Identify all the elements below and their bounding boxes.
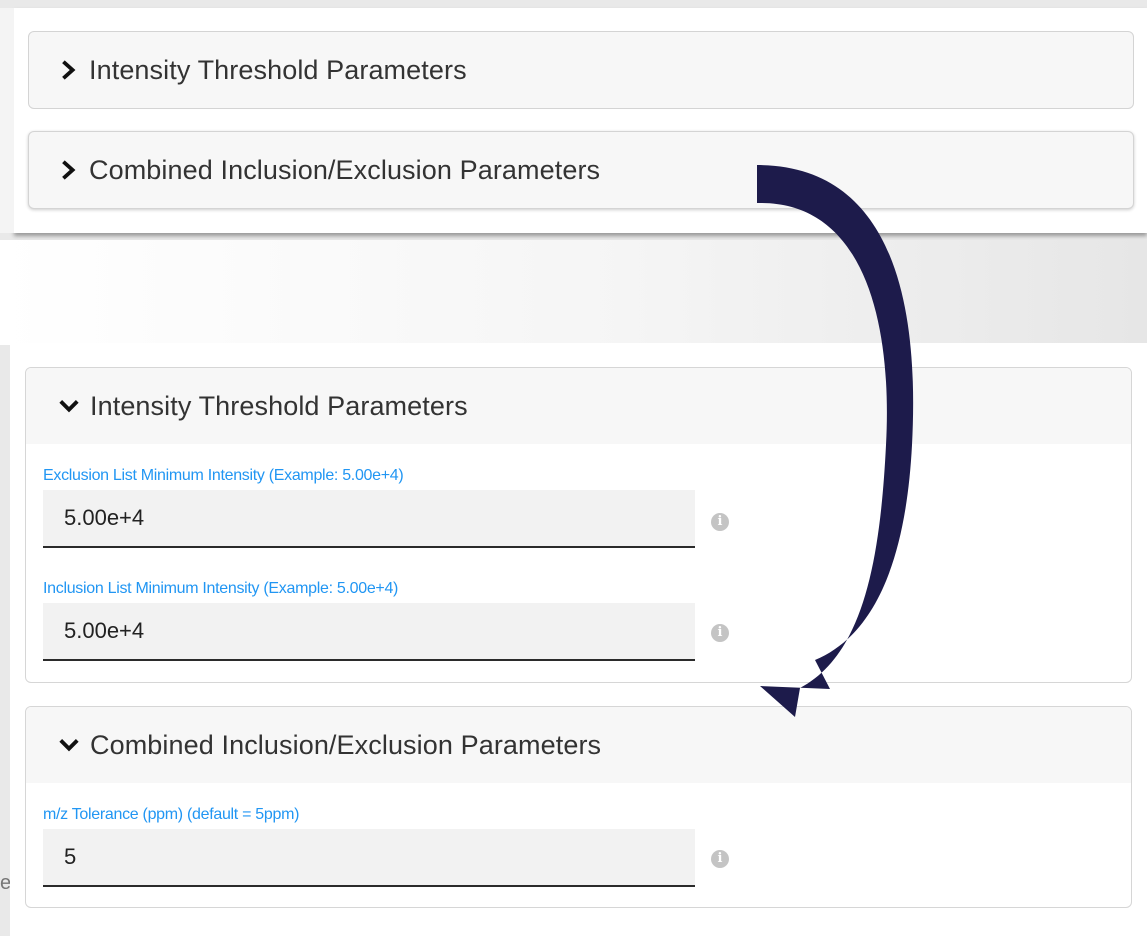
info-icon[interactable]: i [711,624,729,642]
panel-intensity-threshold-expanded: Intensity Threshold Parameters Exclusion… [25,367,1132,683]
inclusion-min-intensity-input[interactable]: 5.00e+4 [43,603,695,661]
panel-header-combined[interactable]: Combined Inclusion/Exclusion Parameters [26,707,1131,783]
mz-tolerance-field: m/z Tolerance (ppm) (default = 5ppm) 5 [43,806,695,887]
info-icon[interactable]: i [711,850,729,868]
chevron-down-icon [59,400,79,413]
field-label: m/z Tolerance (ppm) (default = 5ppm) [43,806,300,823]
panel-intensity-threshold-collapsed[interactable]: Intensity Threshold Parameters [28,31,1134,109]
field-label: Inclusion List Minimum Intensity (Exampl… [43,580,399,597]
panel-header-intensity[interactable]: Intensity Threshold Parameters [26,368,1131,444]
mz-tolerance-input[interactable]: 5 [43,829,695,887]
panel-title: Intensity Threshold Parameters [89,54,467,85]
chevron-right-icon [62,160,76,180]
left-edge [0,8,14,233]
inclusion-min-intensity-field: Inclusion List Minimum Intensity (Exampl… [43,580,695,661]
panel-title: Combined Inclusion/Exclusion Parameters [89,154,601,185]
panel-combined-collapsed[interactable]: Combined Inclusion/Exclusion Parameters [28,131,1134,209]
panel-title: Intensity Threshold Parameters [90,390,468,421]
expanded-view: Intensity Threshold Parameters Exclusion… [10,343,1147,936]
exclusion-min-intensity-field: Exclusion List Minimum Intensity (Exampl… [43,467,695,548]
field-label: Exclusion List Minimum Intensity (Exampl… [43,467,404,484]
info-icon[interactable]: i [711,513,729,531]
panel-combined-expanded: Combined Inclusion/Exclusion Parameters … [25,706,1132,908]
edge-text-fragment: e [0,872,10,894]
panel-title: Combined Inclusion/Exclusion Parameters [90,729,602,760]
exclusion-min-intensity-input[interactable]: 5.00e+4 [43,490,695,548]
collapsed-view: Intensity Threshold Parameters Combined … [0,8,1147,233]
gap-separator [0,240,1147,345]
chevron-down-icon [59,739,79,752]
chevron-right-icon [62,60,76,80]
